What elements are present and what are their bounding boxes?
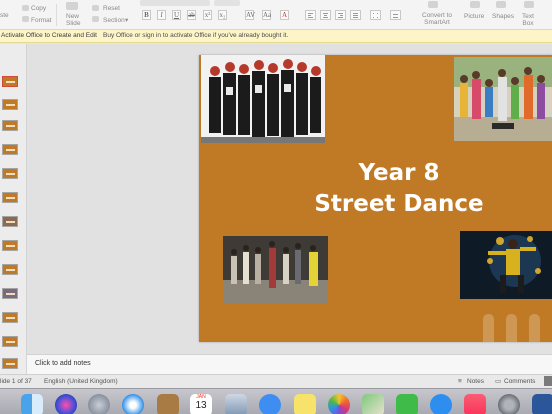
format-painter-button[interactable]: Format	[31, 17, 52, 24]
stickies-icon[interactable]	[294, 394, 316, 414]
macos-dock: JAN 13	[0, 388, 552, 414]
section-chevron-icon[interactable]: ▾	[125, 17, 128, 24]
finder-icon[interactable]	[21, 394, 43, 414]
status-bar: lide 1 of 37 English (United Kingdom) ≡ …	[0, 374, 552, 388]
slide-thumbnail[interactable]	[2, 216, 18, 227]
picture-icon	[470, 1, 480, 8]
decorative-shape	[529, 314, 540, 342]
slide-thumbnail[interactable]	[2, 240, 18, 251]
comments-button[interactable]: Comments	[504, 375, 535, 388]
slide-thumbnail[interactable]	[2, 288, 18, 299]
copy-button[interactable]: Copy	[31, 5, 46, 12]
notes-toggle-button[interactable]: Notes	[467, 375, 484, 388]
messages-icon[interactable]	[259, 394, 281, 414]
slide-thumbnail[interactable]	[2, 76, 18, 87]
slide-thumbnail[interactable]	[2, 336, 18, 347]
maps-icon[interactable]	[362, 394, 384, 414]
launchpad-icon[interactable]	[88, 394, 110, 414]
notes-toggle-icon[interactable]: ≡	[458, 375, 462, 388]
smartart-icon	[428, 1, 438, 8]
font-name-field[interactable]	[140, 0, 210, 6]
normal-view-button[interactable]	[544, 376, 552, 386]
format-painter-icon	[22, 16, 29, 22]
reset-icon	[92, 5, 99, 11]
shapes-button[interactable]: Shapes	[492, 13, 514, 20]
align-left-button[interactable]	[305, 10, 316, 20]
preview-icon[interactable]	[225, 394, 247, 414]
app-store-icon[interactable]	[430, 394, 452, 414]
section-button[interactable]: Section	[103, 17, 125, 24]
slide-thumbnail[interactable]	[2, 192, 18, 203]
strikethrough-button[interactable]: ab	[187, 10, 196, 20]
columns-button[interactable]	[370, 10, 381, 20]
bold-button[interactable]: B	[142, 10, 151, 20]
word-icon[interactable]	[532, 394, 552, 414]
align-right-button[interactable]	[335, 10, 346, 20]
align-center-button[interactable]	[320, 10, 331, 20]
new-slide-button[interactable]: New Slide	[66, 13, 80, 27]
paste-label[interactable]: ste	[0, 12, 9, 19]
text-direction-button[interactable]	[390, 10, 401, 20]
text-box-icon	[524, 1, 534, 8]
ribbon: ste Copy Format New Slide Reset Section ▾…	[0, 0, 552, 30]
street-dancers-photo[interactable]	[454, 57, 552, 141]
convert-smartart-button[interactable]: Convert to SmartArt	[422, 12, 452, 26]
slide-thumbnail[interactable]	[2, 264, 18, 275]
safari-icon[interactable]	[122, 394, 144, 414]
notes-book-icon[interactable]	[157, 394, 179, 414]
italic-button[interactable]: I	[157, 10, 166, 20]
text-box-button[interactable]: Text Box	[522, 13, 534, 27]
solo-dancer-photo[interactable]	[460, 231, 552, 299]
slide-counter: lide 1 of 37	[0, 378, 32, 385]
slide-thumbnail[interactable]	[2, 120, 18, 131]
language-indicator[interactable]: English (United Kingdom)	[44, 375, 118, 388]
calendar-icon[interactable]: JAN 13	[190, 394, 212, 414]
facetime-icon[interactable]	[396, 394, 418, 414]
change-case-button[interactable]: Aa	[262, 10, 271, 20]
subscript-button[interactable]: x₂	[218, 10, 227, 20]
slide-thumbnail-pane[interactable]	[0, 44, 27, 374]
current-slide[interactable]: Year 8 Street Dance	[199, 55, 552, 342]
copy-icon	[22, 5, 29, 11]
font-color-button[interactable]: A	[280, 10, 289, 20]
dancers-group-photo[interactable]	[201, 55, 325, 143]
photos-icon[interactable]	[328, 394, 350, 414]
calendar-day: 13	[195, 400, 207, 411]
comments-icon[interactable]: ▭	[495, 375, 501, 388]
picture-button[interactable]: Picture	[464, 13, 484, 20]
slide-title-line-1[interactable]: Year 8	[299, 159, 499, 187]
activation-notification-bar: Activate Office to Create and Edit Buy Of…	[0, 30, 552, 43]
decorative-shape	[483, 314, 494, 342]
superscript-button[interactable]: x²	[203, 10, 212, 20]
slide-thumbnail[interactable]	[2, 144, 18, 155]
slide-thumbnail[interactable]	[2, 168, 18, 179]
system-preferences-icon[interactable]	[498, 394, 520, 414]
font-size-field[interactable]	[214, 0, 240, 6]
notes-pane[interactable]: Click to add notes	[27, 354, 552, 374]
shapes-icon	[496, 1, 506, 8]
dance-rehearsal-photo[interactable]	[223, 236, 328, 303]
activation-message[interactable]: Buy Office or sign in to activate Office…	[103, 32, 288, 39]
decorative-shape	[506, 314, 517, 342]
slide-title-line-2[interactable]: Street Dance	[299, 190, 499, 218]
reset-button[interactable]: Reset	[103, 5, 120, 12]
char-spacing-button[interactable]: AV	[245, 10, 255, 20]
music-icon[interactable]	[464, 394, 486, 414]
siri-icon[interactable]	[55, 394, 77, 414]
justify-button[interactable]	[350, 10, 361, 20]
slide-thumbnail[interactable]	[2, 358, 18, 369]
activation-title: Activate Office to Create and Edit	[1, 32, 97, 39]
section-icon	[92, 16, 99, 22]
slide-thumbnail[interactable]	[2, 312, 18, 323]
slide-thumbnail[interactable]	[2, 99, 18, 110]
underline-button[interactable]: U	[172, 10, 181, 20]
new-slide-icon	[66, 2, 78, 10]
notes-placeholder[interactable]: Click to add notes	[35, 360, 91, 367]
